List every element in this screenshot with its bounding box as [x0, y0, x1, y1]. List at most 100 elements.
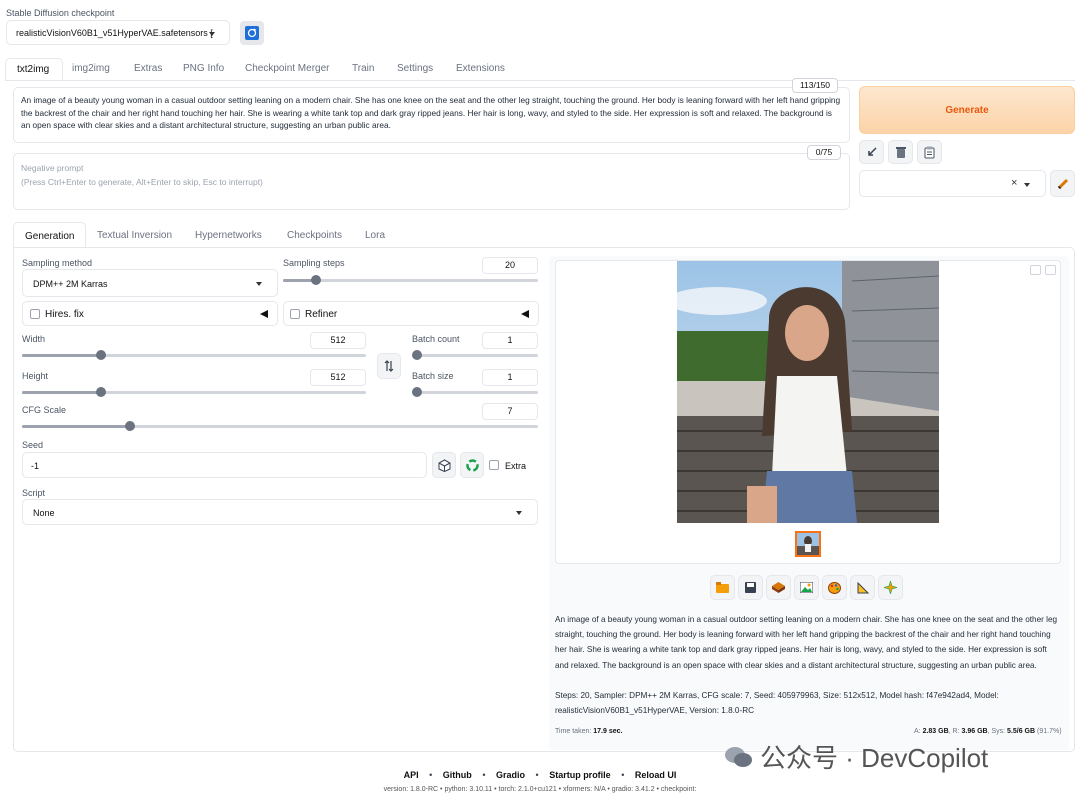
width-slider[interactable] — [22, 350, 366, 360]
wechat-icon — [725, 746, 752, 767]
extra-seed-checkbox[interactable] — [489, 460, 499, 470]
download-icon[interactable] — [1030, 265, 1041, 275]
open-folder-button[interactable] — [710, 575, 735, 600]
mem-a-label: A: — [914, 728, 921, 735]
batch-count-input[interactable]: 1 — [482, 332, 538, 349]
script-value: None — [33, 508, 55, 518]
tab-img2img[interactable]: img2img — [72, 63, 110, 74]
checkpoint-label: Stable Diffusion checkpoint — [6, 8, 115, 18]
pencil-icon — [1057, 178, 1068, 189]
send-to-sketch-button[interactable] — [878, 575, 903, 600]
footer-link-startup-profile[interactable]: Startup profile — [549, 770, 611, 780]
checkpoint-select[interactable]: realisticVisionV60B1_v51HyperVAE.safeten… — [6, 20, 230, 45]
random-seed-button[interactable] — [432, 452, 456, 478]
save-button[interactable] — [738, 575, 763, 600]
generation-info-text: An image of a beauty young woman in a ca… — [555, 615, 1058, 670]
footer-link-reload-ui[interactable]: Reload UI — [635, 770, 677, 780]
tabs-divider — [5, 80, 1075, 81]
negative-prompt-hint: (Press Ctrl+Enter to generate, Alt+Enter… — [21, 177, 263, 187]
tab-extensions[interactable]: Extensions — [456, 63, 505, 74]
footer-version-info: version: 1.8.0-RC • python: 3.10.11 • to… — [383, 786, 697, 793]
sampling-steps-slider[interactable] — [283, 275, 538, 285]
tab-lora[interactable]: Lora — [365, 230, 385, 241]
tab-png-info[interactable]: PNG Info — [183, 63, 224, 74]
sparkle-icon — [884, 581, 897, 594]
tab-train[interactable]: Train — [352, 63, 374, 74]
tab-textual-inversion[interactable]: Textual Inversion — [97, 230, 172, 241]
batch-count-slider[interactable] — [412, 350, 538, 360]
thumbnail[interactable] — [795, 531, 821, 557]
footer-separator: • — [621, 770, 625, 780]
time-taken-value: 17.9 sec. — [593, 728, 623, 735]
hires-fix-checkbox[interactable] — [30, 309, 40, 319]
close-icon[interactable] — [1045, 265, 1056, 275]
time-taken: Time taken: 17.9 sec. — [555, 728, 622, 735]
cfg-scale-input[interactable]: 7 — [482, 403, 538, 420]
palette-icon — [828, 581, 841, 594]
send-to-extras-button[interactable] — [850, 575, 875, 600]
main-tabs: txt2img img2img Extras PNG Info Checkpoi… — [5, 58, 1075, 80]
refiner-accordion[interactable]: Refiner — [283, 301, 539, 326]
slider-thumb[interactable] — [412, 387, 422, 397]
slider-thumb[interactable] — [412, 350, 422, 360]
zip-button[interactable] — [766, 575, 791, 600]
styles-dropdown[interactable]: × — [859, 170, 1046, 197]
negative-token-counter: 0/75 — [807, 145, 841, 160]
tab-generation[interactable]: Generation — [13, 222, 86, 248]
script-select[interactable]: None — [22, 499, 538, 525]
trash-icon — [895, 146, 906, 158]
clipboard-icon — [924, 146, 935, 158]
batch-size-label: Batch size — [412, 371, 454, 381]
reuse-seed-button[interactable] — [460, 452, 484, 478]
footer-link-github[interactable]: Github — [443, 770, 472, 780]
apply-styles-button[interactable] — [917, 140, 942, 164]
batch-size-input[interactable]: 1 — [482, 369, 538, 386]
refiner-checkbox[interactable] — [290, 309, 300, 319]
read-params-button[interactable] — [859, 140, 884, 164]
tab-txt2img[interactable]: txt2img — [5, 58, 63, 80]
image-icon — [800, 582, 813, 593]
triangle-ruler-icon — [857, 581, 869, 593]
slider-fill — [22, 425, 131, 428]
sampling-steps-input[interactable]: 20 — [482, 257, 538, 274]
generate-label: Generate — [945, 104, 989, 116]
footer-link-api[interactable]: API — [404, 770, 419, 780]
footer-link-gradio[interactable]: Gradio — [496, 770, 525, 780]
seed-value: -1 — [31, 461, 40, 471]
recycle-icon — [465, 458, 479, 472]
generated-image[interactable] — [677, 261, 939, 523]
footer-separator: • — [482, 770, 486, 780]
clear-styles-icon[interactable]: × — [1011, 177, 1017, 189]
generate-button[interactable]: Generate — [859, 86, 1075, 134]
send-to-inpaint-button[interactable] — [822, 575, 847, 600]
width-input[interactable]: 512 — [310, 332, 366, 349]
tab-checkpoint-merger[interactable]: Checkpoint Merger — [245, 63, 329, 74]
sampling-method-value: DPM++ 2M Karras — [33, 279, 108, 289]
tab-settings[interactable]: Settings — [397, 63, 433, 74]
negative-prompt-textarea[interactable]: Negative prompt (Press Ctrl+Enter to gen… — [13, 153, 850, 210]
tab-checkpoints[interactable]: Checkpoints — [287, 230, 342, 241]
mem-a-value: 2.83 GB — [922, 728, 949, 735]
refresh-button[interactable] — [240, 21, 264, 45]
batch-size-slider[interactable] — [412, 387, 538, 397]
thumbnail-image — [797, 533, 819, 555]
height-input[interactable]: 512 — [310, 369, 366, 386]
mem-sys-label: Sys: — [991, 728, 1006, 735]
prompt-textarea[interactable]: An image of a beauty young woman in a ca… — [13, 87, 850, 143]
tab-extras[interactable]: Extras — [134, 63, 162, 74]
hires-fix-accordion[interactable]: Hires. fix — [22, 301, 278, 326]
seed-label: Seed — [22, 440, 44, 450]
swap-dimensions-button[interactable] — [377, 353, 401, 379]
height-slider[interactable] — [22, 387, 366, 397]
tab-hypernetworks[interactable]: Hypernetworks — [195, 230, 262, 241]
clear-prompt-button[interactable] — [888, 140, 913, 164]
send-to-img2img-button[interactable] — [794, 575, 819, 600]
seed-input[interactable]: -1 — [22, 452, 427, 478]
arrow-icon — [867, 147, 877, 156]
cfg-scale-slider[interactable] — [22, 421, 538, 431]
batch-count-label: Batch count — [412, 334, 460, 344]
archive-icon — [772, 582, 785, 593]
script-label: Script — [22, 488, 46, 498]
edit-styles-button[interactable] — [1050, 170, 1075, 197]
sampling-method-select[interactable]: DPM++ 2M Karras — [22, 269, 278, 297]
